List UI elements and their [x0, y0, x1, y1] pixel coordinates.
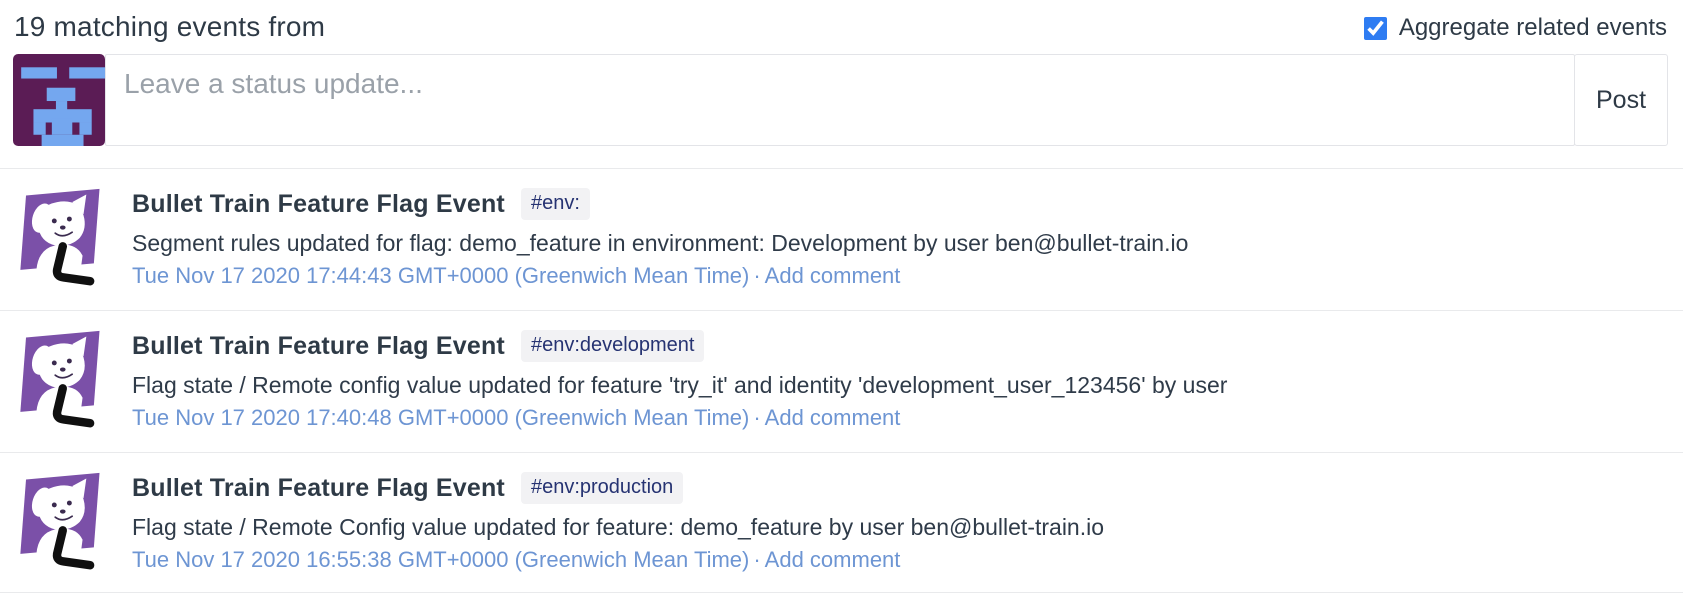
- aggregate-toggle: Aggregate related events: [1364, 8, 1667, 42]
- dog-avatar-icon: [10, 467, 108, 573]
- dog-avatar-icon: [10, 183, 108, 289]
- event-description: Flag state / Remote Config value updated…: [132, 511, 1104, 544]
- event-description: Segment rules updated for flag: demo_fea…: [132, 227, 1188, 260]
- aggregate-checkbox[interactable]: [1364, 17, 1387, 40]
- event-content: Bullet Train Feature Flag Event #env: Se…: [132, 183, 1188, 294]
- event-description: Flag state / Remote config value updated…: [132, 369, 1227, 402]
- event-env-tag[interactable]: #env:: [521, 188, 590, 220]
- event-content: Bullet Train Feature Flag Event #env:dev…: [132, 325, 1227, 436]
- page-title: 19 matching events from: [14, 8, 325, 46]
- event-row: Bullet Train Feature Flag Event #env:dev…: [0, 310, 1683, 452]
- aggregate-label: Aggregate related events: [1399, 14, 1667, 42]
- add-comment-link[interactable]: Add comment: [765, 405, 901, 430]
- datadog-dog-avatar: [10, 467, 108, 573]
- event-env-tag[interactable]: #env:production: [521, 472, 683, 504]
- datadog-dog-avatar: [10, 325, 108, 431]
- event-meta: Tue Nov 17 2020 17:44:43 GMT+0000 (Green…: [132, 260, 1188, 292]
- event-env-tag[interactable]: #env:development: [521, 330, 704, 362]
- event-title: Bullet Train Feature Flag Event: [132, 190, 505, 219]
- event-timestamp-link[interactable]: Tue Nov 17 2020 17:44:43 GMT+0000 (Green…: [132, 263, 749, 288]
- datadog-dog-avatar: [10, 183, 108, 289]
- add-comment-link[interactable]: Add comment: [765, 263, 901, 288]
- meta-separator: ·: [749, 405, 764, 430]
- event-title: Bullet Train Feature Flag Event: [132, 332, 505, 361]
- event-meta: Tue Nov 17 2020 17:40:48 GMT+0000 (Green…: [132, 402, 1227, 434]
- event-timestamp-link[interactable]: Tue Nov 17 2020 17:40:48 GMT+0000 (Green…: [132, 405, 749, 430]
- meta-separator: ·: [749, 263, 764, 288]
- event-timestamp-link[interactable]: Tue Nov 17 2020 16:55:38 GMT+0000 (Green…: [132, 547, 749, 572]
- meta-separator: ·: [749, 547, 764, 572]
- event-row: Bullet Train Feature Flag Event #env: Se…: [0, 168, 1683, 310]
- identicon-icon: [13, 54, 105, 146]
- event-row: Bullet Train Feature Flag Event #env:pro…: [0, 452, 1683, 593]
- event-title: Bullet Train Feature Flag Event: [132, 474, 505, 503]
- top-bar: 19 matching events from Aggregate relate…: [0, 0, 1683, 52]
- status-composer: Post: [13, 54, 1668, 146]
- status-input-container: [105, 54, 1575, 146]
- event-meta: Tue Nov 17 2020 16:55:38 GMT+0000 (Green…: [132, 544, 1104, 576]
- event-content: Bullet Train Feature Flag Event #env:pro…: [132, 467, 1104, 576]
- post-button[interactable]: Post: [1574, 54, 1668, 146]
- user-identicon-avatar: [13, 54, 105, 146]
- status-update-input[interactable]: [106, 55, 1574, 145]
- event-stream: Bullet Train Feature Flag Event #env: Se…: [0, 168, 1683, 593]
- dog-avatar-icon: [10, 325, 108, 431]
- add-comment-link[interactable]: Add comment: [765, 547, 901, 572]
